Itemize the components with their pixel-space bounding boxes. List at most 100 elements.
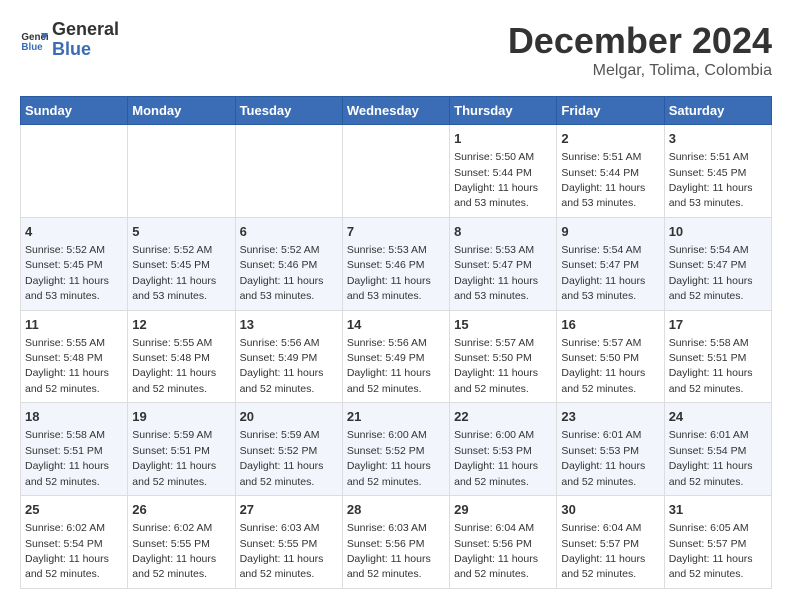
day-cell-14: 14 Sunrise: 5:56 AMSunset: 5:49 PMDayligh…: [342, 310, 449, 403]
header: General Blue General Blue December 2024 …: [20, 20, 772, 80]
week-row-1: 1Sunrise: 5:50 AMSunset: 5:44 PMDaylight…: [21, 125, 772, 218]
day-number: 3: [669, 130, 767, 148]
day-cell-28: 28Sunrise: 6:03 AMSunset: 5:56 PMDayligh…: [342, 496, 449, 589]
day-number: 24: [669, 408, 767, 426]
day-number: 26: [132, 501, 230, 519]
logo-blue: Blue: [52, 40, 119, 60]
day-info: Sunrise: 6:05 AMSunset: 5:57 PMDaylight:…: [669, 522, 753, 580]
day-number: 5: [132, 223, 230, 241]
day-info: Sunrise: 5:57 AMSunset: 5:50 PMDaylight:…: [561, 337, 645, 395]
column-header-wednesday: Wednesday: [342, 97, 449, 125]
empty-cell: [235, 125, 342, 218]
day-number: 31: [669, 501, 767, 519]
day-cell-11: 11 Sunrise: 5:55 AMSunset: 5:48 PMDayligh…: [21, 310, 128, 403]
day-cell-6: 6 Sunrise: 5:52 AMSunset: 5:46 PMDaylight…: [235, 217, 342, 310]
day-number: 12: [132, 316, 230, 334]
day-info: Sunrise: 5:56 AMSunset: 5:49 PMDaylight:…: [240, 337, 324, 395]
day-cell-12: 12Sunrise: 5:55 AMSunset: 5:48 PMDayligh…: [128, 310, 235, 403]
day-info: Sunrise: 5:51 AMSunset: 5:45 PMDaylight:…: [669, 151, 753, 209]
day-number: 14: [347, 316, 445, 334]
day-number: 16: [561, 316, 659, 334]
day-cell-16: 16 Sunrise: 5:57 AMSunset: 5:50 PMDayligh…: [557, 310, 664, 403]
header-row: SundayMondayTuesdayWednesdayThursdayFrid…: [21, 97, 772, 125]
day-info: Sunrise: 5:54 AMSunset: 5:47 PMDaylight:…: [669, 244, 753, 302]
column-header-friday: Friday: [557, 97, 664, 125]
day-number: 22: [454, 408, 552, 426]
day-cell-26: 26 Sunrise: 6:02 AMSunset: 5:55 PMDayligh…: [128, 496, 235, 589]
day-number: 30: [561, 501, 659, 519]
day-info: Sunrise: 6:04 AMSunset: 5:57 PMDaylight:…: [561, 522, 645, 580]
empty-cell: [128, 125, 235, 218]
day-info: Sunrise: 6:00 AMSunset: 5:53 PMDaylight:…: [454, 429, 538, 487]
day-number: 9: [561, 223, 659, 241]
day-number: 18: [25, 408, 123, 426]
empty-cell: [342, 125, 449, 218]
week-row-5: 25Sunrise: 6:02 AMSunset: 5:54 PMDayligh…: [21, 496, 772, 589]
day-info: Sunrise: 5:52 AMSunset: 5:45 PMDaylight:…: [25, 244, 109, 302]
day-cell-22: 22 Sunrise: 6:00 AMSunset: 5:53 PMDayligh…: [450, 403, 557, 496]
day-info: Sunrise: 5:53 AMSunset: 5:47 PMDaylight:…: [454, 244, 538, 302]
generalblue-logo-icon: General Blue: [20, 26, 48, 54]
day-cell-4: 4 Sunrise: 5:52 AMSunset: 5:45 PMDaylight…: [21, 217, 128, 310]
day-cell-29: 29Sunrise: 6:04 AMSunset: 5:56 PMDayligh…: [450, 496, 557, 589]
svg-text:Blue: Blue: [21, 42, 43, 53]
day-cell-24: 24 Sunrise: 6:01 AMSunset: 5:54 PMDayligh…: [664, 403, 771, 496]
day-cell-5: 5Sunrise: 5:52 AMSunset: 5:45 PMDaylight…: [128, 217, 235, 310]
day-cell-2: 2 Sunrise: 5:51 AMSunset: 5:44 PMDaylight…: [557, 125, 664, 218]
day-cell-9: 9Sunrise: 5:54 AMSunset: 5:47 PMDaylight…: [557, 217, 664, 310]
day-number: 20: [240, 408, 338, 426]
title-area: December 2024 Melgar, Tolima, Colombia: [508, 20, 772, 80]
day-number: 11: [25, 316, 123, 334]
column-header-thursday: Thursday: [450, 97, 557, 125]
week-row-3: 11 Sunrise: 5:55 AMSunset: 5:48 PMDayligh…: [21, 310, 772, 403]
day-info: Sunrise: 5:52 AMSunset: 5:46 PMDaylight:…: [240, 244, 324, 302]
empty-cell: [21, 125, 128, 218]
day-cell-23: 23 Sunrise: 6:01 AMSunset: 5:53 PMDayligh…: [557, 403, 664, 496]
day-info: Sunrise: 5:59 AMSunset: 5:52 PMDaylight:…: [240, 429, 324, 487]
day-number: 4: [25, 223, 123, 241]
day-info: Sunrise: 5:55 AMSunset: 5:48 PMDaylight:…: [25, 337, 109, 395]
day-cell-19: 19 Sunrise: 5:59 AMSunset: 5:51 PMDayligh…: [128, 403, 235, 496]
day-number: 6: [240, 223, 338, 241]
day-number: 1: [454, 130, 552, 148]
day-info: Sunrise: 5:59 AMSunset: 5:51 PMDaylight:…: [132, 429, 216, 487]
day-info: Sunrise: 5:58 AMSunset: 5:51 PMDaylight:…: [25, 429, 109, 487]
day-cell-30: 30 Sunrise: 6:04 AMSunset: 5:57 PMDayligh…: [557, 496, 664, 589]
day-number: 8: [454, 223, 552, 241]
day-cell-8: 8 Sunrise: 5:53 AMSunset: 5:47 PMDaylight…: [450, 217, 557, 310]
column-header-tuesday: Tuesday: [235, 97, 342, 125]
day-number: 15: [454, 316, 552, 334]
day-number: 28: [347, 501, 445, 519]
day-number: 19: [132, 408, 230, 426]
day-number: 17: [669, 316, 767, 334]
day-cell-25: 25Sunrise: 6:02 AMSunset: 5:54 PMDayligh…: [21, 496, 128, 589]
day-info: Sunrise: 5:56 AMSunset: 5:49 PMDaylight:…: [347, 337, 431, 395]
day-info: Sunrise: 5:58 AMSunset: 5:51 PMDaylight:…: [669, 337, 753, 395]
day-cell-31: 31 Sunrise: 6:05 AMSunset: 5:57 PMDayligh…: [664, 496, 771, 589]
calendar-table: SundayMondayTuesdayWednesdayThursdayFrid…: [20, 96, 772, 589]
day-number: 7: [347, 223, 445, 241]
month-year-title: December 2024: [508, 20, 772, 62]
day-number: 23: [561, 408, 659, 426]
day-number: 21: [347, 408, 445, 426]
day-info: Sunrise: 6:00 AMSunset: 5:52 PMDaylight:…: [347, 429, 431, 487]
day-cell-3: 3 Sunrise: 5:51 AMSunset: 5:45 PMDaylight…: [664, 125, 771, 218]
day-cell-13: 13Sunrise: 5:56 AMSunset: 5:49 PMDayligh…: [235, 310, 342, 403]
day-cell-15: 15Sunrise: 5:57 AMSunset: 5:50 PMDayligh…: [450, 310, 557, 403]
column-header-monday: Monday: [128, 97, 235, 125]
day-cell-10: 10Sunrise: 5:54 AMSunset: 5:47 PMDayligh…: [664, 217, 771, 310]
day-info: Sunrise: 6:03 AMSunset: 5:55 PMDaylight:…: [240, 522, 324, 580]
day-info: Sunrise: 5:53 AMSunset: 5:46 PMDaylight:…: [347, 244, 431, 302]
day-info: Sunrise: 6:01 AMSunset: 5:53 PMDaylight:…: [561, 429, 645, 487]
day-cell-20: 20 Sunrise: 5:59 AMSunset: 5:52 PMDayligh…: [235, 403, 342, 496]
day-number: 27: [240, 501, 338, 519]
week-row-2: 4 Sunrise: 5:52 AMSunset: 5:45 PMDaylight…: [21, 217, 772, 310]
day-number: 29: [454, 501, 552, 519]
day-cell-27: 27 Sunrise: 6:03 AMSunset: 5:55 PMDayligh…: [235, 496, 342, 589]
day-info: Sunrise: 6:01 AMSunset: 5:54 PMDaylight:…: [669, 429, 753, 487]
week-row-4: 18 Sunrise: 5:58 AMSunset: 5:51 PMDayligh…: [21, 403, 772, 496]
day-number: 2: [561, 130, 659, 148]
day-info: Sunrise: 5:51 AMSunset: 5:44 PMDaylight:…: [561, 151, 645, 209]
day-info: Sunrise: 6:02 AMSunset: 5:55 PMDaylight:…: [132, 522, 216, 580]
day-cell-7: 7 Sunrise: 5:53 AMSunset: 5:46 PMDaylight…: [342, 217, 449, 310]
